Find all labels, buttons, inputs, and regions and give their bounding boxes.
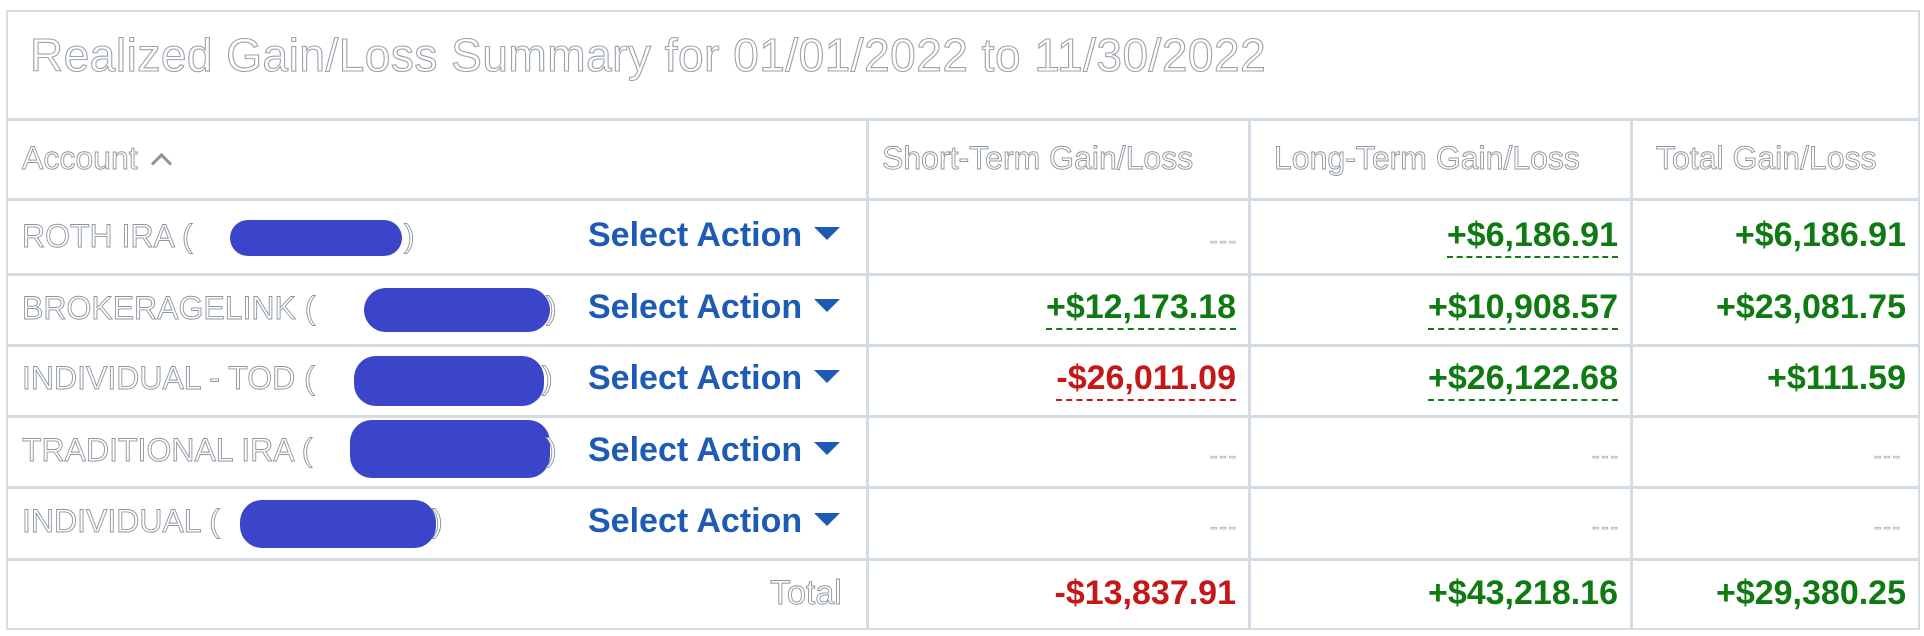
grand-total-value: +$29,380.25 bbox=[1715, 574, 1906, 612]
caret-down-icon bbox=[814, 227, 841, 240]
empty-value: --- bbox=[1874, 443, 1902, 469]
select-action-label: Select Action bbox=[588, 359, 803, 397]
redacted-account-number bbox=[240, 500, 436, 548]
caret-down-icon bbox=[814, 299, 841, 312]
select-action-label: Select Action bbox=[588, 431, 803, 469]
column-header-total[interactable]: Total Gain/Loss bbox=[1656, 140, 1877, 177]
long-term-value[interactable]: +$6,186.91 bbox=[1446, 216, 1618, 258]
select-action-dropdown[interactable]: Select Action bbox=[588, 359, 841, 398]
caret-down-icon bbox=[814, 513, 841, 526]
short-term-value[interactable]: +$12,173.18 bbox=[1045, 288, 1236, 330]
select-action-dropdown[interactable]: Select Action bbox=[588, 502, 841, 541]
account-name: TRADITIONAL IRA ( bbox=[22, 432, 313, 469]
caret-down-icon bbox=[814, 370, 841, 383]
redacted-account-number bbox=[354, 356, 544, 406]
select-action-label: Select Action bbox=[588, 288, 803, 326]
select-action-dropdown[interactable]: Select Action bbox=[588, 216, 841, 255]
empty-value: --- bbox=[1592, 443, 1620, 469]
short-term-value[interactable]: -$26,011.09 bbox=[1056, 359, 1236, 401]
column-header-account-label: Account bbox=[22, 140, 139, 177]
select-action-label: Select Action bbox=[588, 502, 803, 540]
column-header-long-term[interactable]: Long-Term Gain/Loss bbox=[1274, 140, 1581, 177]
column-divider bbox=[1630, 118, 1633, 630]
long-term-value[interactable]: +$26,122.68 bbox=[1427, 359, 1618, 401]
column-header-account[interactable]: Account bbox=[22, 140, 172, 177]
total-short-term-value: -$13,837.91 bbox=[1054, 574, 1237, 612]
redacted-account-number bbox=[230, 220, 402, 256]
redacted-account-number bbox=[350, 420, 550, 478]
panel-title: Realized Gain/Loss Summary for 01/01/202… bbox=[29, 28, 1267, 81]
column-header-short-term[interactable]: Short-Term Gain/Loss bbox=[882, 140, 1194, 177]
column-divider bbox=[866, 118, 869, 630]
caret-down-icon bbox=[814, 442, 841, 455]
select-action-dropdown[interactable]: Select Action bbox=[588, 288, 841, 327]
account-name-close: ) bbox=[404, 218, 416, 255]
account-name-close: ) bbox=[546, 290, 558, 327]
select-action-label: Select Action bbox=[588, 216, 803, 254]
total-value: +$6,186.91 bbox=[1734, 216, 1906, 254]
account-name-close: ) bbox=[432, 503, 444, 540]
empty-value: --- bbox=[1874, 514, 1902, 540]
account-name-close: ) bbox=[542, 360, 554, 397]
total-label: Total bbox=[770, 574, 843, 613]
account-name: INDIVIDUAL ( bbox=[22, 503, 221, 540]
total-value: +$111.59 bbox=[1766, 359, 1906, 397]
account-name-close: ) bbox=[546, 432, 558, 469]
total-value: +$23,081.75 bbox=[1715, 288, 1906, 326]
empty-value: --- bbox=[1592, 514, 1620, 540]
long-term-value[interactable]: +$10,908.57 bbox=[1427, 288, 1618, 330]
sort-ascending-icon bbox=[150, 152, 172, 175]
total-long-term-value: +$43,218.16 bbox=[1427, 574, 1618, 612]
empty-value: --- bbox=[1210, 228, 1238, 254]
account-name: BROKERAGELINK ( bbox=[22, 290, 316, 327]
empty-value: --- bbox=[1210, 443, 1238, 469]
empty-value: --- bbox=[1210, 514, 1238, 540]
select-action-dropdown[interactable]: Select Action bbox=[588, 431, 841, 470]
account-name: INDIVIDUAL - TOD ( bbox=[22, 360, 316, 397]
column-divider bbox=[1248, 118, 1251, 630]
redacted-account-number bbox=[364, 288, 550, 332]
account-name: ROTH IRA ( bbox=[22, 218, 194, 255]
